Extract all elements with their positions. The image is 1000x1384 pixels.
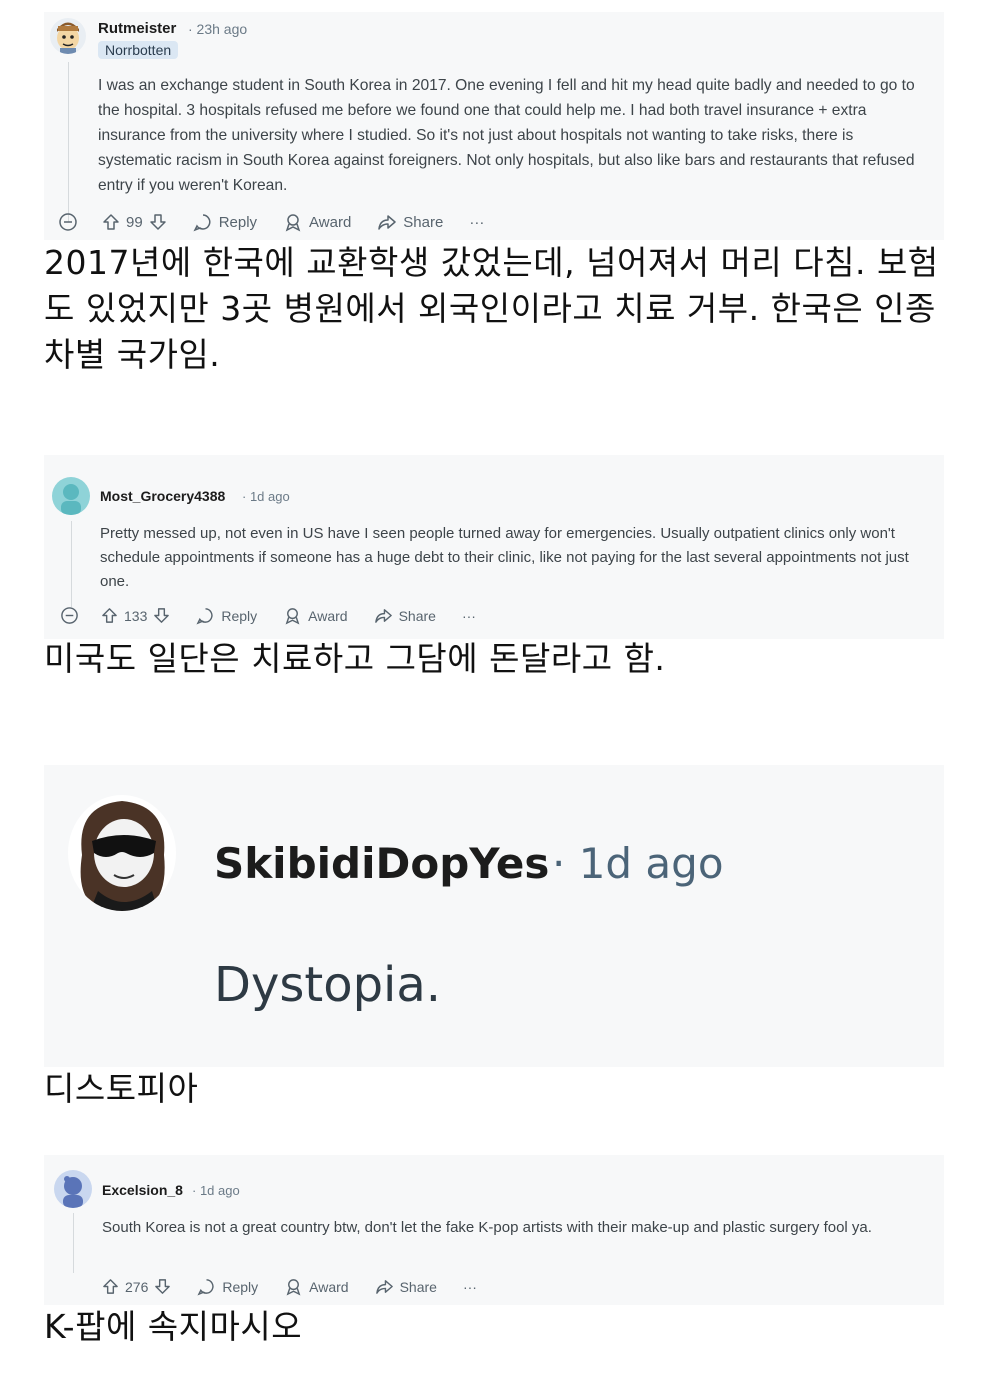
avatar-image [80,801,165,911]
more-icon[interactable]: ··· [469,214,484,231]
vote-control: 133 [101,607,170,624]
user-flair: Norrbotten [98,41,179,59]
translation-caption-3: 디스토피아 [44,1069,199,1108]
username[interactable]: Rutmeister [98,20,176,37]
comment-card-3: SkibidiDopYes · 1d ago Dystopia. [44,765,944,1067]
reply-label: Reply [218,213,258,231]
timestamp: · 1d ago [552,839,724,888]
comment-card-4: Excelsion_8 · 1d ago South Korea is not … [44,1155,944,1305]
award-icon [285,608,300,625]
upvote-icon[interactable] [101,607,118,624]
translation-caption-1: 2017년에 한국에 교환학생 갔었는데, 넘어져서 머리 다침. 보험도 있었… [44,243,939,374]
reply-button[interactable]: Reply [196,606,257,625]
timestamp: · 23h ago [188,21,248,37]
share-label: Share [398,607,436,624]
username[interactable]: Most_Grocery4388 [100,488,225,504]
avatar-image [61,484,81,515]
reply-icon [197,1279,214,1296]
award-label: Award [309,213,352,231]
username[interactable]: Excelsion_8 [102,1182,183,1198]
avatar[interactable] [68,795,176,911]
share-icon [375,1280,393,1294]
downvote-icon[interactable] [154,1278,171,1295]
share-button[interactable]: Share [374,606,436,625]
comment-card-1: Rutmeister · 23h ago Norrbotten I was an… [44,12,944,240]
reply-button[interactable]: Reply [197,1277,258,1296]
vote-count: 99 [126,213,143,231]
comment-body: Dystopia. [214,957,442,1013]
action-bar: 99 Reply Award Share ··· [58,212,510,232]
more-icon[interactable]: ··· [462,608,476,624]
share-label: Share [403,213,444,231]
timestamp: · 1d ago [242,489,290,504]
reply-icon [193,214,211,232]
action-bar: 133 Reply Award Share ··· [60,606,502,625]
username[interactable]: SkibidiDopYes [214,839,549,888]
action-bar: 276 Reply Award Share ··· [102,1277,503,1296]
vote-count: 133 [124,607,148,624]
share-icon [374,609,392,623]
award-button[interactable]: Award [283,212,351,232]
avatar-image [57,22,79,54]
reply-label: Reply [222,1278,259,1295]
thread-line[interactable] [73,1213,74,1273]
thread-line[interactable] [71,521,72,607]
collapse-button[interactable] [60,606,85,625]
vote-control: 276 [102,1278,171,1295]
share-label: Share [399,1278,437,1295]
vote-control: 99 [102,213,167,231]
downvote-icon[interactable] [153,607,170,624]
award-icon [285,214,301,232]
comment-body: South Korea is not a great country btw, … [102,1219,872,1236]
more-icon[interactable]: ··· [463,1279,477,1295]
award-button[interactable]: Award [284,1277,349,1296]
reply-icon [196,608,213,625]
share-button[interactable]: Share [377,212,443,232]
avatar[interactable] [52,477,90,515]
reply-label: Reply [221,607,258,624]
award-label: Award [308,607,348,624]
avatar[interactable] [54,1170,92,1208]
comment-card-2: Most_Grocery4388 · 1d ago Pretty messed … [44,455,944,639]
comment-body: Pretty messed up, not even in US have I … [100,525,909,590]
vote-count: 276 [125,1278,149,1295]
collapse-icon [61,607,78,624]
thread-line[interactable] [68,62,69,222]
reply-button[interactable]: Reply [193,212,257,232]
collapse-button[interactable] [58,212,84,232]
avatar-image [63,1176,83,1208]
share-icon [378,215,397,230]
award-button[interactable]: Award [283,606,348,625]
upvote-icon[interactable] [102,1278,119,1295]
award-icon [286,1279,301,1296]
translation-caption-4: K-팝에 속지마시오 [44,1307,303,1346]
upvote-icon[interactable] [102,213,120,231]
award-label: Award [309,1278,349,1295]
translation-caption-2: 미국도 일단은 치료하고 그담에 돈달라고 함. [44,639,666,678]
downvote-icon[interactable] [149,213,167,231]
timestamp: · 1d ago [192,1183,240,1198]
share-button[interactable]: Share [375,1277,437,1296]
comment-body: I was an exchange student in South Korea… [98,77,915,194]
collapse-icon [59,213,77,231]
avatar[interactable] [50,18,86,54]
